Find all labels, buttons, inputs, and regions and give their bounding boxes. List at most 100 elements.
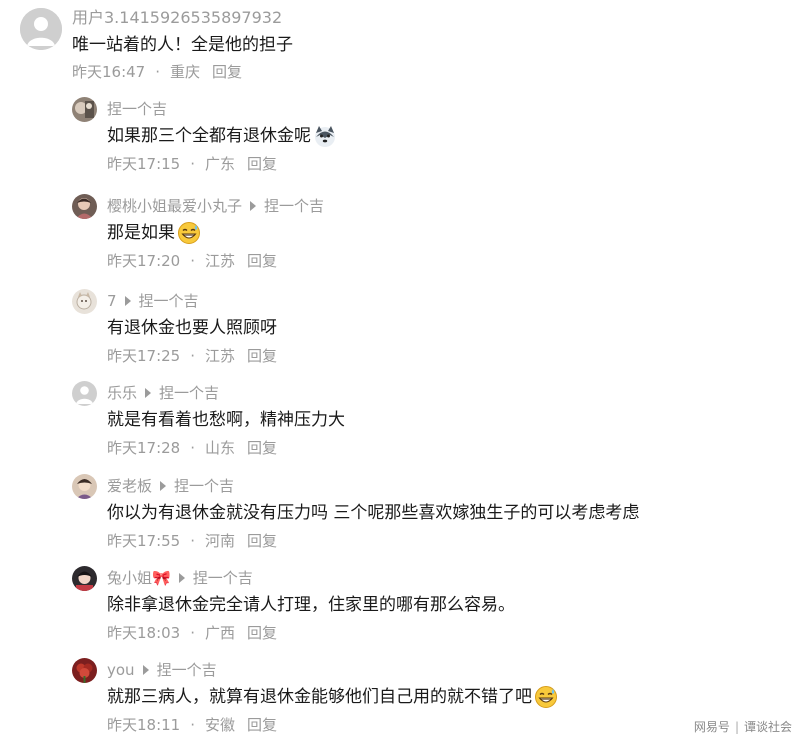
reply-header: 捏一个吉 bbox=[107, 99, 167, 119]
reply-text-content: 你以为有退休金就没有压力吗 三个呢那些喜欢嫁独生子的可以考虑考虑 bbox=[107, 503, 640, 523]
reply-text-content: 那是如果 bbox=[107, 223, 175, 243]
reply-meta: 昨天18:03 · 广西 回复 bbox=[107, 623, 277, 643]
reply-text-content: 就那三病人，就算有退休金能够他们自己用的就不错了吧 bbox=[107, 687, 532, 707]
reply-text: 除非拿退休金完全请人打理，住家里的哪有那么容易。 bbox=[107, 593, 515, 617]
reply-arrow-icon bbox=[178, 573, 185, 583]
comment-location: 江苏 bbox=[205, 252, 236, 270]
top-comment: 用户3.1415926535897932 唯一站着的人！全是他的担子 昨天16:… bbox=[0, 0, 800, 92]
reply-to-username[interactable]: 捏一个吉 bbox=[157, 660, 217, 680]
reply-arrow-icon bbox=[250, 201, 257, 211]
user-avatar-icon bbox=[72, 474, 97, 499]
avatar[interactable] bbox=[72, 97, 97, 122]
reply-header: you 捏一个吉 bbox=[107, 660, 217, 680]
reply-button[interactable]: 回复 bbox=[247, 155, 277, 173]
reply-button[interactable]: 回复 bbox=[247, 347, 277, 365]
user-avatar-icon bbox=[72, 289, 97, 314]
reply-meta: 昨天17:25 · 江苏 回复 bbox=[107, 346, 277, 366]
reply-username[interactable]: 樱桃小姐最爱小丸子 bbox=[107, 196, 242, 216]
avatar[interactable] bbox=[72, 566, 97, 591]
user-avatar-icon bbox=[72, 97, 97, 122]
comment-time: 昨天18:03 bbox=[107, 624, 181, 642]
top-comment-text: 唯一站着的人！全是他的担子 bbox=[72, 35, 293, 55]
reply-to-username[interactable]: 捏一个吉 bbox=[193, 568, 253, 588]
reply-username[interactable]: 乐乐 bbox=[107, 383, 137, 403]
reply-button[interactable]: 回复 bbox=[212, 63, 242, 81]
comment-location: 山东 bbox=[205, 439, 236, 457]
reply-header: 兔小姐🎀 捏一个吉 bbox=[107, 568, 253, 588]
reply-item: 捏一个吉 如果那三个全都有退休金呢 昨天17:15 · 广东 回复 bbox=[0, 97, 800, 189]
reply-username[interactable]: 兔小姐🎀 bbox=[107, 568, 171, 588]
reply-meta: 昨天18:11 · 安徽 回复 bbox=[107, 715, 277, 735]
reply-arrow-icon bbox=[160, 481, 167, 491]
default-avatar[interactable] bbox=[20, 8, 62, 50]
reply-to-username[interactable]: 捏一个吉 bbox=[159, 383, 219, 403]
reply-button[interactable]: 回复 bbox=[247, 716, 277, 734]
comment-time: 昨天17:55 bbox=[107, 532, 181, 550]
watermark-divider: | bbox=[734, 719, 739, 734]
comment-time: 昨天17:20 bbox=[107, 252, 181, 270]
reply-item: 乐乐 捏一个吉 就是有看着也愁啊，精神压力大 昨天17:28 · 山东 回复 bbox=[0, 381, 800, 473]
reply-username[interactable]: 爱老板 bbox=[107, 476, 152, 496]
avatar[interactable] bbox=[72, 474, 97, 499]
reply-item: 7 捏一个吉 有退休金也要人照顾呀 昨天17:25 · 江苏 回复 bbox=[0, 289, 800, 381]
reply-meta: 昨天17:15 · 广东 回复 bbox=[107, 154, 277, 174]
reply-text: 有退休金也要人照顾呀 bbox=[107, 316, 277, 340]
reply-text: 你以为有退休金就没有压力吗 三个呢那些喜欢嫁独生子的可以考虑考虑 bbox=[107, 501, 639, 525]
comment-time: 昨天17:25 bbox=[107, 347, 181, 365]
avatar[interactable] bbox=[72, 194, 97, 219]
comment-location: 安徽 bbox=[205, 716, 236, 734]
meta-separator: · bbox=[190, 439, 196, 457]
reply-button[interactable]: 回复 bbox=[247, 439, 277, 457]
reply-text-content: 除非拿退休金完全请人打理，住家里的哪有那么容易。 bbox=[107, 595, 515, 615]
reply-text: 如果那三个全都有退休金呢 bbox=[107, 124, 337, 148]
reply-text: 那是如果 bbox=[107, 221, 201, 245]
comment-time: 昨天18:11 bbox=[107, 716, 181, 734]
user-avatar-icon bbox=[72, 194, 97, 219]
avatar[interactable] bbox=[72, 658, 97, 683]
husky-emoji-icon bbox=[315, 126, 335, 147]
reply-to-username[interactable]: 捏一个吉 bbox=[174, 476, 234, 496]
reply-meta: 昨天17:28 · 山东 回复 bbox=[107, 438, 277, 458]
avatar[interactable] bbox=[72, 381, 97, 406]
reply-arrow-icon bbox=[145, 388, 152, 398]
reply-button[interactable]: 回复 bbox=[247, 532, 277, 550]
grin-sweat-emoji-icon bbox=[535, 686, 557, 708]
reply-text-content: 有退休金也要人照顾呀 bbox=[107, 318, 277, 338]
reply-button[interactable]: 回复 bbox=[247, 624, 277, 642]
watermark: 网易号 | 谭谈社会 bbox=[694, 718, 792, 735]
meta-separator: · bbox=[190, 347, 196, 365]
reply-header: 7 捏一个吉 bbox=[107, 291, 199, 311]
reply-item: 兔小姐🎀 捏一个吉 除非拿退休金完全请人打理，住家里的哪有那么容易。 昨天18:… bbox=[0, 566, 800, 658]
top-comment-meta: 昨天16:47 · 重庆 回复 bbox=[72, 62, 242, 82]
reply-header: 爱老板 捏一个吉 bbox=[107, 476, 234, 496]
avatar[interactable] bbox=[72, 289, 97, 314]
meta-separator: · bbox=[155, 63, 161, 81]
default-avatar-icon bbox=[72, 381, 97, 406]
reply-text: 就那三病人，就算有退休金能够他们自己用的就不错了吧 bbox=[107, 685, 558, 709]
comment-time: 昨天17:15 bbox=[107, 155, 181, 173]
reply-text: 就是有看着也愁啊，精神压力大 bbox=[107, 408, 345, 432]
reply-button[interactable]: 回复 bbox=[247, 252, 277, 270]
reply-to-username[interactable]: 捏一个吉 bbox=[139, 291, 199, 311]
comment-location: 广西 bbox=[205, 624, 236, 642]
top-comment-username[interactable]: 用户3.1415926535897932 bbox=[72, 8, 282, 28]
reply-username[interactable]: you bbox=[107, 660, 135, 680]
comment-location: 重庆 bbox=[170, 63, 201, 81]
meta-separator: · bbox=[190, 716, 196, 734]
reply-arrow-icon bbox=[142, 665, 149, 675]
default-avatar-icon bbox=[20, 8, 62, 50]
reply-header: 樱桃小姐最爱小丸子 捏一个吉 bbox=[107, 196, 324, 216]
reply-text-content: 如果那三个全都有退休金呢 bbox=[107, 126, 311, 146]
reply-item: 樱桃小姐最爱小丸子 捏一个吉 那是如果 昨天17:20 · 江苏 回复 bbox=[0, 194, 800, 286]
comment-time: 昨天17:28 bbox=[107, 439, 181, 457]
reply-username[interactable]: 7 bbox=[107, 291, 117, 311]
meta-separator: · bbox=[190, 252, 196, 270]
reply-item: you 捏一个吉 就那三病人，就算有退休金能够他们自己用的就不错了吧 昨天18:… bbox=[0, 658, 800, 750]
comment-location: 广东 bbox=[205, 155, 236, 173]
comment-time: 昨天16:47 bbox=[72, 63, 146, 81]
reply-to-username[interactable]: 捏一个吉 bbox=[264, 196, 324, 216]
meta-separator: · bbox=[190, 155, 196, 173]
reply-username[interactable]: 捏一个吉 bbox=[107, 99, 167, 119]
grin-sweat-emoji-icon bbox=[178, 222, 200, 244]
user-avatar-icon bbox=[72, 566, 97, 591]
